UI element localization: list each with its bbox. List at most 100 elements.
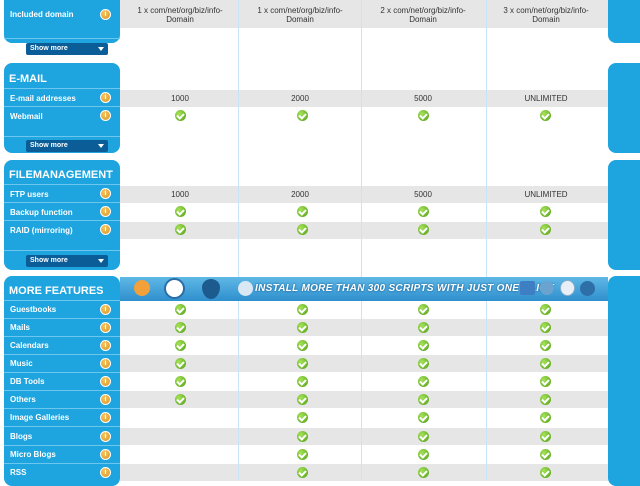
check-icon [418, 304, 429, 315]
check-icon [418, 449, 429, 460]
drupal-icon [202, 279, 220, 299]
column-divider [361, 0, 362, 480]
check-icon [540, 304, 551, 315]
check-icon [297, 340, 308, 351]
check-icon [418, 376, 429, 387]
check-icon [418, 322, 429, 333]
right-panel-top [608, 0, 640, 43]
section-divider [4, 38, 120, 39]
row-divider [4, 408, 120, 409]
info-icon[interactable]: i [100, 394, 111, 405]
ftp-users-value: 2000 [291, 190, 309, 199]
check-icon [540, 394, 551, 405]
info-icon[interactable]: i [100, 467, 111, 478]
check-icon [297, 467, 308, 478]
check-icon [175, 322, 186, 333]
right-panel-files [608, 160, 640, 270]
rss-row-bg [120, 464, 608, 481]
info-icon[interactable]: i [100, 449, 111, 460]
check-icon [175, 304, 186, 315]
domain-cell: 2 x com/net/org/biz/info- Domain [380, 6, 466, 24]
section-divider [4, 184, 120, 185]
show-more-label: Show more [30, 45, 68, 52]
info-icon[interactable]: i [100, 110, 111, 121]
feature-label-db-tools: DB Tools [10, 377, 45, 386]
section-divider [4, 88, 120, 89]
check-icon [175, 394, 186, 405]
show-more-button[interactable]: Show more [26, 43, 108, 55]
wordpress-icon [164, 278, 185, 299]
ftp-users-value: UNLIMITED [524, 190, 568, 199]
section-divider [4, 136, 120, 137]
info-icon[interactable]: i [100, 188, 111, 199]
feature-label-micro-blogs: Micro Blogs [10, 450, 56, 459]
info-icon[interactable]: i [100, 340, 111, 351]
feature-label-image-galleries: Image Galleries [10, 413, 70, 422]
row-divider [4, 390, 120, 391]
email-section-title: E-MAIL [9, 73, 47, 85]
info-icon[interactable]: i [100, 431, 111, 442]
script-app-icon [238, 281, 253, 296]
ftp-users-value: 5000 [414, 190, 432, 199]
row-divider [4, 426, 120, 427]
check-icon [540, 412, 551, 423]
info-icon[interactable]: i [100, 358, 111, 369]
filemanagement-section-title: FILEMANAGEMENT [9, 169, 113, 181]
row-divider [4, 463, 120, 464]
check-icon [297, 431, 308, 442]
show-more-button[interactable]: Show more [26, 255, 108, 267]
email-addresses-value: 5000 [414, 94, 432, 103]
info-icon[interactable]: i [100, 206, 111, 217]
others-row-bg [120, 391, 608, 408]
info-icon[interactable]: i [100, 322, 111, 333]
row-divider [4, 318, 120, 319]
info-icon[interactable]: i [100, 376, 111, 387]
music-row-bg [120, 355, 608, 372]
check-icon [540, 431, 551, 442]
info-icon[interactable]: i [100, 92, 111, 103]
check-icon [297, 358, 308, 369]
check-icon [418, 394, 429, 405]
row-divider [4, 202, 120, 203]
feature-label-rss: RSS [10, 468, 27, 477]
info-icon[interactable]: i [100, 224, 111, 235]
check-icon [175, 224, 186, 235]
email-addresses-label: E-mail addresses [10, 94, 76, 103]
check-icon [540, 206, 551, 217]
check-icon [540, 449, 551, 460]
row-divider [4, 336, 120, 337]
install-scripts-banner[interactable]: INSTALL MORE THAN 300 SCRIPTS WITH JUST … [120, 277, 608, 301]
check-icon [297, 224, 308, 235]
check-icon [297, 449, 308, 460]
app-icon [540, 281, 554, 295]
row-divider [4, 445, 120, 446]
ftp-users-label: FTP users [10, 190, 49, 199]
check-icon [418, 340, 429, 351]
info-icon[interactable]: i [100, 412, 111, 423]
feature-label-music: Music [10, 359, 33, 368]
joomla-icon [134, 280, 150, 296]
right-panel-email [608, 63, 640, 153]
check-icon [540, 376, 551, 387]
email-addresses-value: 1000 [171, 94, 189, 103]
chevron-down-icon [98, 47, 104, 51]
info-icon[interactable]: i [100, 9, 111, 20]
feature-label-calendars: Calendars [10, 341, 49, 350]
banner-text: INSTALL MORE THAN 300 SCRIPTS WITH JUST … [255, 283, 555, 294]
raid-row-bg [120, 222, 608, 239]
check-icon [297, 206, 308, 217]
row-divider [4, 354, 120, 355]
section-divider [4, 300, 120, 301]
raid-label: RAID (mirroring) [10, 226, 73, 235]
check-icon [418, 224, 429, 235]
webmail-label: Webmail [10, 112, 43, 121]
info-icon[interactable]: i [100, 304, 111, 315]
section-divider [4, 250, 120, 251]
app-icon [560, 280, 575, 296]
right-panel-features [608, 276, 640, 486]
check-icon [175, 358, 186, 369]
feature-label-mails: Mails [10, 323, 31, 332]
show-more-button[interactable]: Show more [26, 140, 108, 152]
domain-cell: 3 x com/net/org/biz/info- Domain [503, 6, 589, 24]
check-icon [297, 412, 308, 423]
